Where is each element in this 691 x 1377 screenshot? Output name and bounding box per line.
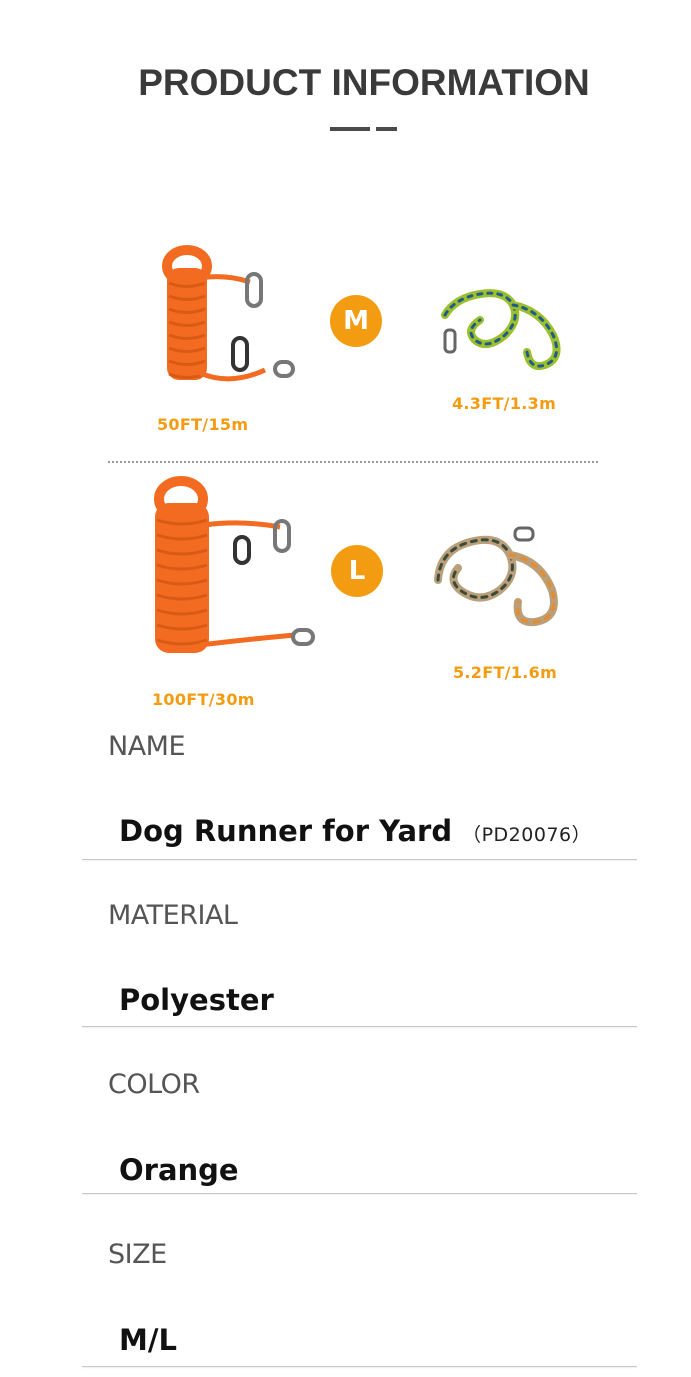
leash-length-l: 5.2FT/1.6m [453, 663, 558, 682]
spec-label-material: MATERIAL [108, 900, 238, 931]
leash-l-image [434, 526, 558, 627]
title-divider-left [330, 127, 370, 131]
spec-divider [82, 1193, 637, 1194]
spec-value-name: Dog Runner for Yard （PD20076） [119, 814, 591, 848]
leash-length-m: 4.3FT/1.3m [452, 394, 557, 413]
size-badge-m: M [330, 295, 382, 347]
spec-value-material: Polyester [119, 983, 274, 1017]
size-divider [108, 461, 598, 463]
runner-rope-m-image [162, 245, 295, 382]
product-name: Dog Runner for Yard [119, 814, 453, 848]
page-title: PRODUCT INFORMATION [138, 62, 590, 103]
spec-label-color: COLOR [108, 1069, 200, 1100]
spec-divider [82, 1366, 637, 1367]
size-badge-l: L [331, 545, 383, 597]
product-code: （PD20076） [462, 824, 592, 846]
spec-divider [82, 1026, 637, 1027]
spec-divider [82, 859, 637, 860]
spec-label-size: SIZE [108, 1239, 167, 1270]
runner-length-m: 50FT/15m [157, 415, 249, 434]
leash-m-image [441, 289, 561, 371]
title-divider-right [376, 127, 397, 131]
runner-rope-l-image [154, 476, 315, 653]
spec-label-name: NAME [108, 731, 186, 762]
runner-length-l: 100FT/30m [152, 690, 255, 709]
spec-value-size: M/L [119, 1323, 177, 1357]
spec-value-color: Orange [119, 1153, 239, 1187]
